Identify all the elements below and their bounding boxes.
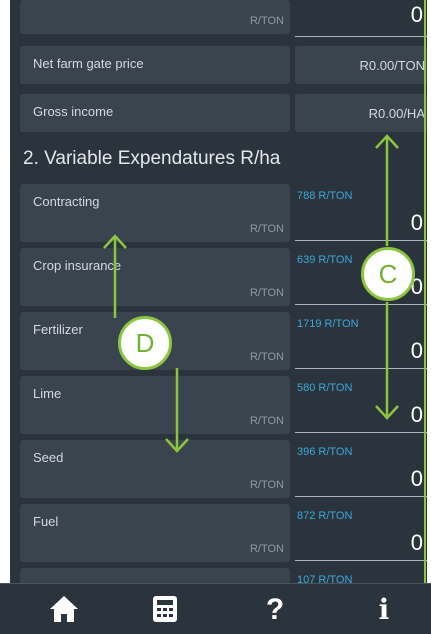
net-farm-gate-price-label: Net farm gate price (33, 56, 144, 71)
item-unit: R/TON (249, 351, 284, 363)
item-label: Contracting (33, 194, 100, 209)
scroll-edge-rule (424, 0, 426, 590)
net-farm-gate-price-value: R0.00/TON (359, 58, 425, 73)
fertilizer-input[interactable]: 1719 R/TON 0 (295, 312, 427, 370)
help-icon: ? (265, 593, 285, 626)
item-value: 0 (410, 402, 423, 427)
item-value: 0 (410, 210, 423, 235)
item-hint: 788 R/TON (297, 190, 353, 202)
item-hint: 872 R/TON (297, 510, 353, 522)
callout-c: C (361, 247, 415, 301)
item-hint: 639 R/TON (297, 254, 353, 266)
item-label: Fuel (33, 514, 59, 529)
gross-income-value-box: R0.00/HA (295, 94, 427, 132)
item-value: 0 (410, 530, 423, 555)
item-hint: 1719 R/TON (297, 318, 359, 330)
home-icon (50, 596, 78, 622)
gross-income-value: R0.00/HA (368, 106, 425, 121)
item-value: 0 (410, 466, 423, 491)
gross-income-label-box: Gross income (20, 94, 290, 132)
partial-row-value: 0 (410, 2, 423, 27)
list-item-fuel[interactable]: Fuel R/TON (20, 504, 290, 562)
item-label: Crop insurance (33, 258, 122, 273)
home-button[interactable] (44, 594, 84, 626)
list-item-seed[interactable]: Seed R/TON (20, 440, 290, 498)
item-label: Seed (33, 450, 64, 465)
partial-row-unit: R/TON (249, 15, 284, 27)
item-hint: 580 R/TON (297, 382, 353, 394)
gross-income-label: Gross income (33, 104, 114, 119)
item-value: 0 (410, 338, 423, 363)
list-item-crop-insurance[interactable]: Crop insurance R/TON (20, 248, 290, 306)
app-screen: R/TON 0 Net farm gate price R0.00/TON Gr… (10, 0, 427, 633)
item-hint: 396 R/TON (297, 446, 353, 458)
item-unit: R/TON (249, 543, 284, 555)
item-unit: R/TON (249, 287, 284, 299)
lime-input[interactable]: 580 R/TON 0 (295, 376, 427, 434)
list-item-lime[interactable]: Lime R/TON (20, 376, 290, 434)
item-unit: R/TON (249, 479, 284, 491)
info-button[interactable]: i (364, 594, 404, 626)
calculator-icon (153, 596, 177, 622)
net-farm-gate-price-value-box: R0.00/TON (295, 46, 427, 84)
section-title: 2. Variable Expendatures R/ha (23, 148, 281, 169)
contracting-input[interactable]: 788 R/TON 0 (295, 184, 427, 242)
item-label: Lime (33, 386, 62, 401)
info-icon: i (378, 593, 390, 626)
partial-row-unit-box[interactable]: R/TON (20, 0, 290, 34)
item-unit: R/TON (249, 223, 284, 235)
help-button[interactable]: ? (255, 594, 295, 626)
net-farm-gate-price-label-box: Net farm gate price (20, 46, 290, 84)
item-unit: R/TON (249, 415, 284, 427)
callout-d: D (118, 316, 172, 370)
item-label: Fertilizer (33, 322, 83, 337)
fuel-input[interactable]: 872 R/TON 0 (295, 504, 427, 562)
list-item-contracting[interactable]: Contracting R/TON (20, 184, 290, 242)
calculator-button[interactable] (145, 594, 185, 626)
seed-input[interactable]: 396 R/TON 0 (295, 440, 427, 498)
bottom-nav: ? i (0, 583, 431, 634)
partial-row-value-field[interactable]: 0 (295, 0, 427, 37)
